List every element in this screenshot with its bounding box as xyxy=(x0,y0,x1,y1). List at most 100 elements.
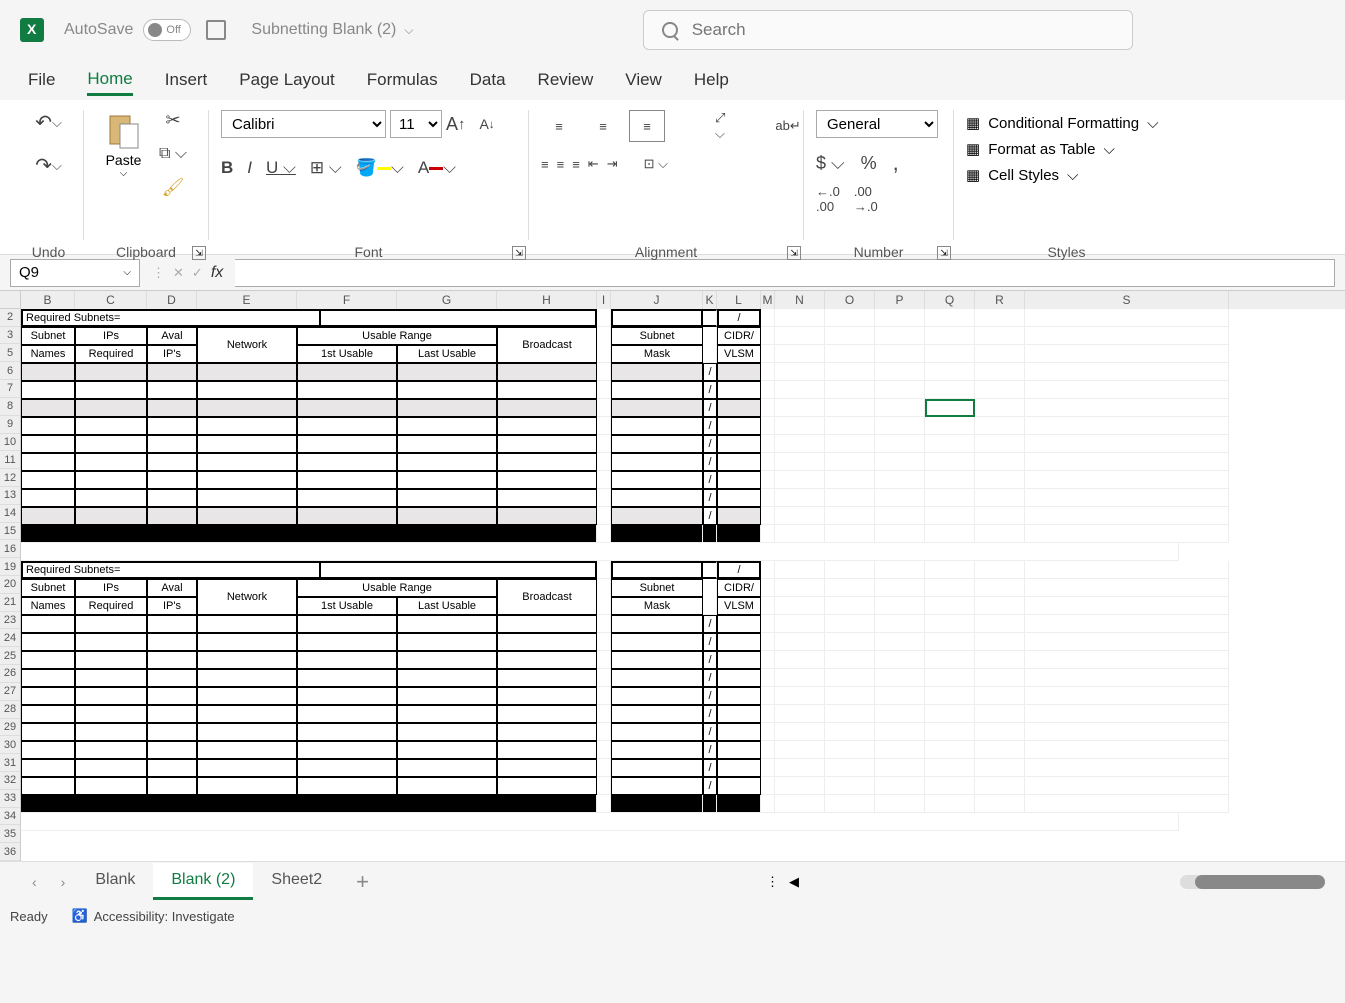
row-header[interactable]: 26 xyxy=(0,665,20,683)
cell[interactable] xyxy=(761,381,775,399)
cell[interactable] xyxy=(1025,453,1229,471)
cell[interactable] xyxy=(397,687,497,705)
cell[interactable] xyxy=(597,309,611,327)
cell[interactable] xyxy=(875,651,925,669)
autosave-toggle[interactable]: Off xyxy=(143,19,191,41)
col-header[interactable]: S xyxy=(1025,291,1229,309)
cell[interactable] xyxy=(825,453,875,471)
cell[interactable] xyxy=(761,471,775,489)
cell[interactable] xyxy=(761,723,775,741)
slash-cell[interactable]: / xyxy=(703,507,717,525)
cell[interactable] xyxy=(875,615,925,633)
cell[interactable] xyxy=(925,615,975,633)
cell[interactable] xyxy=(825,777,875,795)
cell[interactable] xyxy=(775,777,825,795)
cell[interactable] xyxy=(875,417,925,435)
cell[interactable] xyxy=(497,633,597,651)
cell[interactable] xyxy=(497,417,597,435)
cell[interactable] xyxy=(875,381,925,399)
required-subnets-label[interactable]: Required Subnets= xyxy=(21,561,321,579)
cell[interactable] xyxy=(597,687,611,705)
row-header[interactable]: 12 xyxy=(0,469,20,487)
cell[interactable] xyxy=(75,507,147,525)
cell[interactable] xyxy=(75,489,147,507)
cell[interactable] xyxy=(925,435,975,453)
cell[interactable] xyxy=(775,561,825,579)
cell[interactable] xyxy=(717,507,761,525)
save-icon[interactable] xyxy=(206,20,226,40)
col-header[interactable]: I xyxy=(597,291,611,309)
cell[interactable] xyxy=(975,741,1025,759)
cell[interactable] xyxy=(397,615,497,633)
cell[interactable] xyxy=(611,435,703,453)
cell[interactable] xyxy=(397,471,497,489)
cell[interactable] xyxy=(197,507,297,525)
cell[interactable] xyxy=(1025,687,1229,705)
cell[interactable] xyxy=(397,705,497,723)
row-header[interactable]: 2 xyxy=(0,309,20,327)
cell[interactable] xyxy=(975,435,1025,453)
cell[interactable] xyxy=(297,651,397,669)
cell[interactable] xyxy=(147,417,197,435)
fx-icon[interactable]: fx xyxy=(211,264,223,282)
cell[interactable] xyxy=(497,489,597,507)
cell[interactable] xyxy=(717,453,761,471)
cell[interactable] xyxy=(497,471,597,489)
align-left-button[interactable]: ≡ xyxy=(541,156,549,172)
cell[interactable] xyxy=(925,633,975,651)
cell[interactable] xyxy=(75,633,147,651)
paste-button[interactable]: Paste ⌵ xyxy=(96,110,151,198)
cell[interactable] xyxy=(21,615,75,633)
cell[interactable] xyxy=(825,633,875,651)
cell[interactable] xyxy=(703,309,717,327)
cell[interactable] xyxy=(197,453,297,471)
cell[interactable] xyxy=(21,471,75,489)
name-box[interactable]: Q9⌵ xyxy=(10,259,140,287)
cell[interactable] xyxy=(925,489,975,507)
cell[interactable] xyxy=(197,363,297,381)
align-top-button[interactable]: ≡ xyxy=(541,110,577,142)
cell[interactable] xyxy=(147,741,197,759)
row-header[interactable]: 21 xyxy=(0,594,20,612)
row-header[interactable]: 5 xyxy=(0,344,20,362)
percent-button[interactable]: % xyxy=(861,150,877,176)
cell[interactable] xyxy=(611,417,703,435)
orientation-button[interactable]: ⤢ ⌵ xyxy=(715,110,725,142)
cell[interactable] xyxy=(597,363,611,381)
col-header[interactable]: K xyxy=(703,291,717,309)
cell[interactable] xyxy=(717,723,761,741)
cell[interactable] xyxy=(975,417,1025,435)
cell[interactable] xyxy=(875,741,925,759)
cell[interactable] xyxy=(775,795,825,813)
cell[interactable] xyxy=(761,507,775,525)
cell[interactable] xyxy=(297,615,397,633)
cell[interactable] xyxy=(825,651,875,669)
cell[interactable] xyxy=(761,651,775,669)
tab-options-button[interactable]: ⋮ xyxy=(766,874,779,890)
cell[interactable] xyxy=(21,723,75,741)
cell[interactable] xyxy=(147,633,197,651)
row-header[interactable]: 6 xyxy=(0,362,20,380)
cell[interactable] xyxy=(75,687,147,705)
cell[interactable] xyxy=(925,741,975,759)
row-header[interactable]: 23 xyxy=(0,612,20,630)
cell[interactable] xyxy=(925,381,975,399)
cell[interactable] xyxy=(775,435,825,453)
cell[interactable] xyxy=(1025,417,1229,435)
cell[interactable] xyxy=(761,741,775,759)
cell[interactable] xyxy=(297,633,397,651)
cell[interactable] xyxy=(611,651,703,669)
cell[interactable] xyxy=(717,759,761,777)
cell[interactable] xyxy=(775,489,825,507)
cell[interactable] xyxy=(717,651,761,669)
row-header[interactable]: 24 xyxy=(0,629,20,647)
cell[interactable] xyxy=(975,705,1025,723)
cell[interactable] xyxy=(297,741,397,759)
format-painter-button[interactable]: 🖌 xyxy=(159,177,187,198)
fill-color-button[interactable]: 🪣 ⌵ xyxy=(356,158,404,178)
cell[interactable] xyxy=(1025,741,1229,759)
cell[interactable] xyxy=(875,471,925,489)
slash-cell[interactable]: / xyxy=(703,633,717,651)
cell[interactable] xyxy=(875,777,925,795)
cell[interactable] xyxy=(717,795,761,813)
